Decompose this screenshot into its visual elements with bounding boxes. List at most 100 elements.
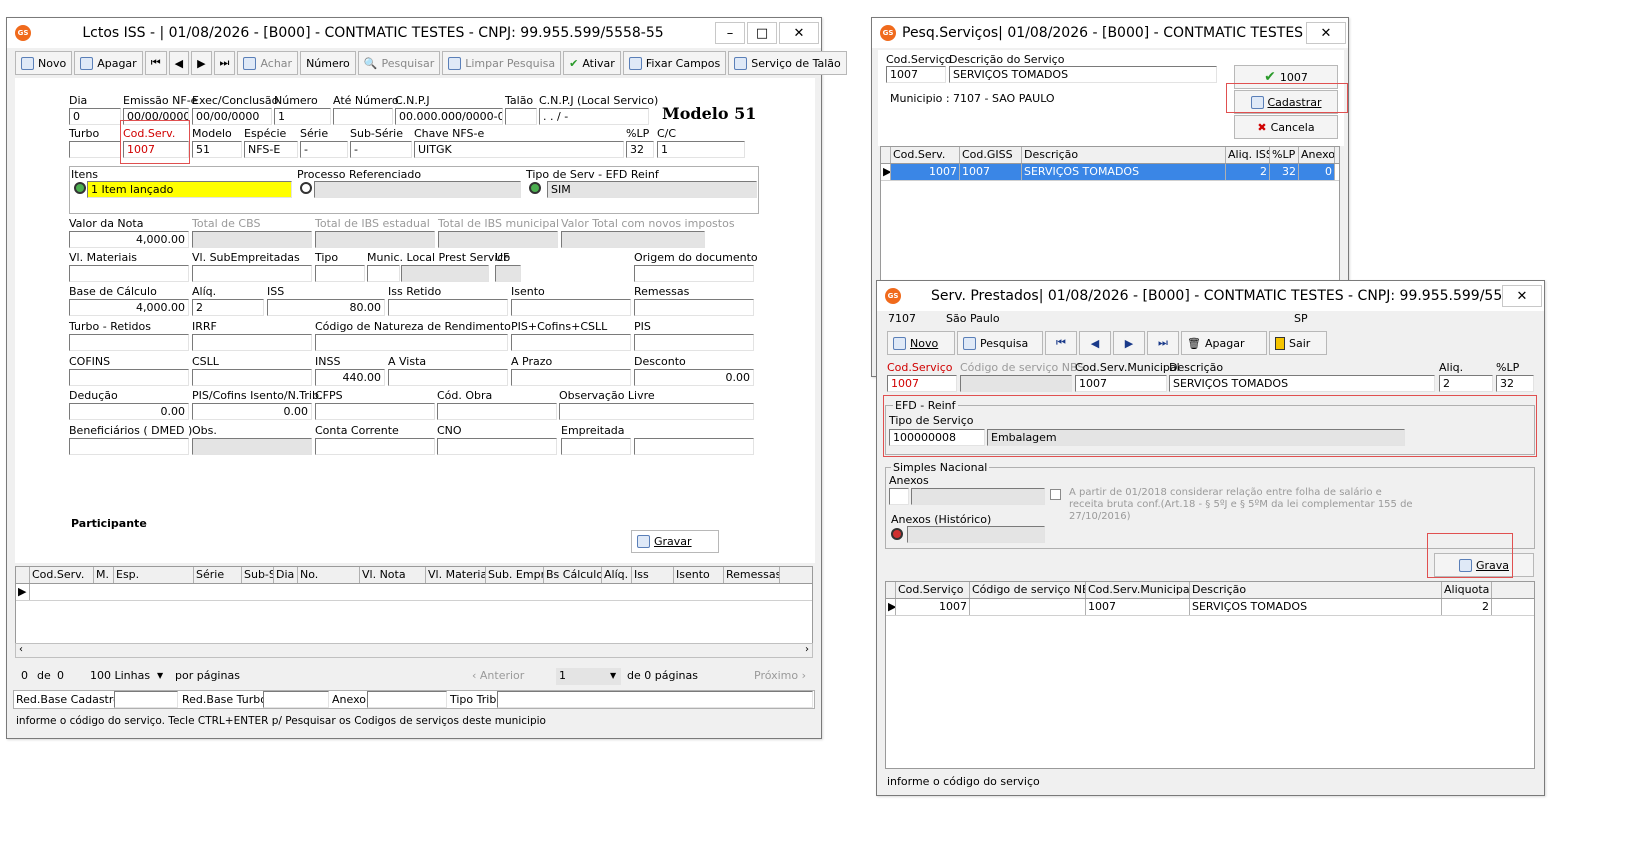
- next-record-button[interactable]: ▶: [1113, 331, 1145, 355]
- column-header[interactable]: %LP: [1270, 147, 1299, 163]
- deducao-field[interactable]: 0.00: [69, 403, 189, 420]
- tipo-trib-field[interactable]: [497, 691, 813, 708]
- scroll-right-icon[interactable]: ›: [805, 644, 809, 657]
- cofins-field[interactable]: [69, 369, 189, 386]
- column-header[interactable]: Descrição: [1190, 582, 1442, 598]
- aliq-field[interactable]: 2: [192, 299, 264, 316]
- cod-municipal-field[interactable]: 1007: [1075, 375, 1167, 392]
- column-header[interactable]: Aliquota: [1442, 582, 1492, 598]
- lp-field[interactable]: 32: [1496, 375, 1534, 392]
- novo-button[interactable]: Novo: [887, 331, 955, 355]
- cfps-field[interactable]: [315, 403, 435, 420]
- anexos-field[interactable]: [889, 488, 909, 505]
- close-icon[interactable]: ✕: [1306, 22, 1346, 44]
- nat-rend-field[interactable]: [315, 334, 508, 351]
- subserie-field[interactable]: -: [350, 141, 412, 158]
- pesquisa-button[interactable]: Pesquisa: [957, 331, 1043, 355]
- table-row[interactable]: ▶ 1007 1007 SERVIÇOS TOMADOS 2 32 0: [881, 164, 1339, 181]
- remessas-field[interactable]: [634, 299, 754, 316]
- chave-field[interactable]: UITGK: [414, 141, 624, 158]
- last-record-button[interactable]: ⏭: [213, 51, 236, 75]
- sair-button[interactable]: Sair: [1269, 331, 1327, 355]
- minimize-icon[interactable]: –: [715, 22, 745, 44]
- column-header[interactable]: Bs Cálculo: [544, 567, 602, 583]
- column-header[interactable]: Esp.: [114, 567, 194, 583]
- next-record-button[interactable]: ▶: [191, 51, 212, 75]
- processo-field[interactable]: [314, 181, 521, 198]
- tipo-efd-field[interactable]: SIM: [547, 181, 757, 198]
- fixar-campos-button[interactable]: Fixar Campos: [622, 51, 727, 75]
- empreitada-extra-field[interactable]: [634, 438, 754, 455]
- talao-field[interactable]: [505, 108, 537, 125]
- ate-numero-field[interactable]: [333, 108, 393, 125]
- chevron-down-icon[interactable]: ▼: [610, 671, 616, 680]
- cc-field[interactable]: 1: [657, 141, 745, 158]
- servico-talao-button[interactable]: Serviço de Talão: [728, 51, 847, 75]
- cnpj-field[interactable]: 00.000.000/0000-05: [395, 108, 503, 125]
- column-header[interactable]: M.: [94, 567, 114, 583]
- horizontal-scrollbar[interactable]: ‹ ›: [15, 643, 813, 658]
- gravar-button[interactable]: Gravar: [631, 530, 719, 553]
- column-header[interactable]: Cod.Serv.Municipal: [1086, 582, 1190, 598]
- numero-field[interactable]: 1: [274, 108, 331, 125]
- limpar-pesquisa-button[interactable]: Limpar Pesquisa: [442, 51, 562, 75]
- csll-field[interactable]: [192, 369, 312, 386]
- last-record-button[interactable]: ⏭: [1147, 331, 1179, 355]
- descricao-field[interactable]: SERVIÇOS TOMADOS: [1169, 375, 1435, 392]
- munic-field[interactable]: [367, 265, 400, 282]
- table-row[interactable]: ▶: [16, 584, 812, 601]
- pis-field[interactable]: [634, 334, 754, 351]
- cod-servico-field[interactable]: 1007: [887, 375, 957, 392]
- column-header[interactable]: Cod.Serv.: [891, 147, 960, 163]
- empreitada-field[interactable]: [561, 438, 631, 455]
- checkbox[interactable]: [1050, 489, 1061, 500]
- red-base-field[interactable]: [114, 691, 178, 708]
- dia-field[interactable]: 0: [69, 108, 121, 125]
- column-header[interactable]: Sub. Empr: [486, 567, 544, 583]
- column-header[interactable]: Remessas: [724, 567, 780, 583]
- column-header[interactable]: Isento: [674, 567, 724, 583]
- cod-servico-field[interactable]: 1007: [886, 66, 946, 83]
- lp-field[interactable]: 32: [626, 141, 654, 158]
- column-header[interactable]: Cod.Serv.: [30, 567, 94, 583]
- serie-field[interactable]: -: [300, 141, 348, 158]
- novo-button[interactable]: Novo: [15, 51, 73, 75]
- column-header[interactable]: Série: [194, 567, 242, 583]
- base-field[interactable]: 4,000.00: [69, 299, 189, 316]
- apagar-button[interactable]: Apagar: [74, 51, 143, 75]
- pis-cofins-isento-field[interactable]: 0.00: [192, 403, 312, 420]
- anexo-field[interactable]: [367, 691, 447, 708]
- iss-retido-field[interactable]: [388, 299, 508, 316]
- column-header[interactable]: No.: [298, 567, 360, 583]
- a-vista-field[interactable]: [388, 369, 508, 386]
- benef-field[interactable]: [69, 438, 189, 455]
- column-header[interactable]: Vl. Materiais: [426, 567, 486, 583]
- column-header[interactable]: Iss: [632, 567, 674, 583]
- column-header[interactable]: Cod.GISS: [960, 147, 1022, 163]
- desconto-field[interactable]: 0.00: [634, 369, 754, 386]
- turbo-field[interactable]: [69, 141, 121, 158]
- isento-field[interactable]: [511, 299, 631, 316]
- obs-livre-field[interactable]: [559, 403, 754, 420]
- first-record-button[interactable]: ⏮: [1045, 331, 1077, 355]
- itens-field[interactable]: 1 Item lançado: [87, 181, 292, 198]
- modelo-field[interactable]: 51: [192, 141, 242, 158]
- column-header[interactable]: Anexo: [1299, 147, 1335, 163]
- close-icon[interactable]: ✕: [779, 22, 819, 44]
- servicos-prestados-grid[interactable]: Cod.Serviço Código de serviço NBS Cod.Serv…: [885, 581, 1535, 769]
- turbo-retidos-field[interactable]: [69, 334, 189, 351]
- table-row[interactable]: ▶ 1007 1007 SERVIÇOS TOMADOS 2: [886, 599, 1534, 616]
- a-prazo-field[interactable]: [511, 369, 631, 386]
- scroll-left-icon[interactable]: ‹: [19, 644, 23, 657]
- vl-sub-field[interactable]: [192, 265, 312, 282]
- cancela-button[interactable]: ✖ Cancela: [1234, 115, 1338, 139]
- conta-field[interactable]: [315, 438, 435, 455]
- achar-button[interactable]: Achar: [237, 51, 299, 75]
- prev-record-button[interactable]: ◀: [168, 51, 190, 75]
- numero-button[interactable]: Número: [300, 51, 356, 75]
- column-header[interactable]: Cod.Serviço: [896, 582, 970, 598]
- close-icon[interactable]: ✕: [1502, 285, 1542, 307]
- cno-field[interactable]: [437, 438, 557, 455]
- anterior-link[interactable]: ‹ Anterior: [472, 669, 524, 682]
- chevron-down-icon[interactable]: ▼: [157, 671, 163, 680]
